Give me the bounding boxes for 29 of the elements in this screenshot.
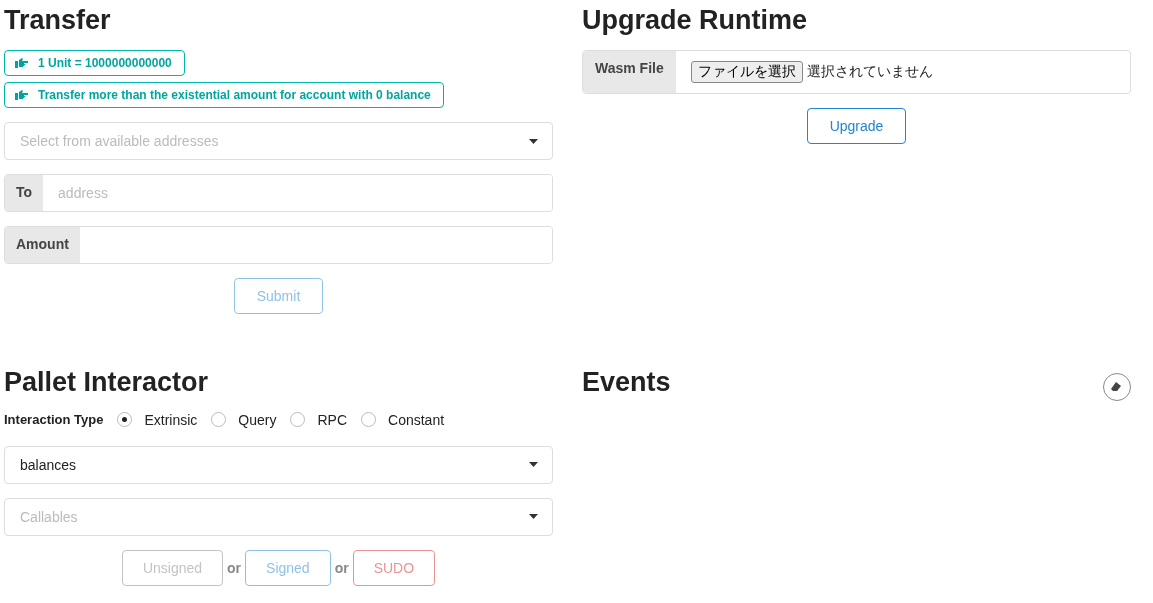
caret-icon bbox=[529, 138, 538, 144]
section-title: Transfer bbox=[4, 4, 112, 37]
radio-option[interactable]: Extrinsic bbox=[117, 411, 198, 428]
separator-text: or bbox=[226, 559, 243, 576]
file-field[interactable]: Wasm File ファイルを選択 選択されていません bbox=[582, 50, 1131, 94]
radio-option[interactable]: Constant bbox=[361, 411, 445, 428]
radio-option[interactable]: Query bbox=[211, 411, 277, 428]
upgrade-button[interactable]: Upgrade bbox=[806, 108, 907, 144]
pointing-hand-icon bbox=[15, 58, 28, 68]
pointing-hand-icon bbox=[15, 90, 28, 100]
field-label: Amount bbox=[5, 227, 80, 263]
section-title: Pallet Interactor bbox=[4, 365, 210, 399]
info-label: Transfer more than the existential amount for account with 0 balance bbox=[4, 82, 444, 108]
separator-text: or bbox=[333, 559, 350, 576]
info-label: 1 Unit = 1000000000000 bbox=[4, 50, 185, 76]
section-title: Events bbox=[582, 365, 671, 399]
eraser-button[interactable] bbox=[1103, 372, 1131, 401]
to-field[interactable]: To address bbox=[4, 174, 553, 212]
amount-field[interactable]: Amount bbox=[4, 226, 553, 264]
caret-icon bbox=[529, 462, 538, 467]
section-title: Upgrade Runtime bbox=[582, 4, 809, 37]
caret-icon bbox=[529, 514, 538, 519]
file-status: 選択されていません bbox=[806, 63, 933, 81]
choose-file-button[interactable]: ファイルを選択 bbox=[690, 61, 803, 83]
field-label: To bbox=[5, 175, 44, 211]
pallet-dropdown[interactable]: balances bbox=[4, 445, 553, 484]
eraser-icon bbox=[1111, 381, 1123, 392]
field-label: Interaction Type bbox=[4, 412, 104, 427]
radio-option[interactable]: RPC bbox=[290, 411, 348, 428]
